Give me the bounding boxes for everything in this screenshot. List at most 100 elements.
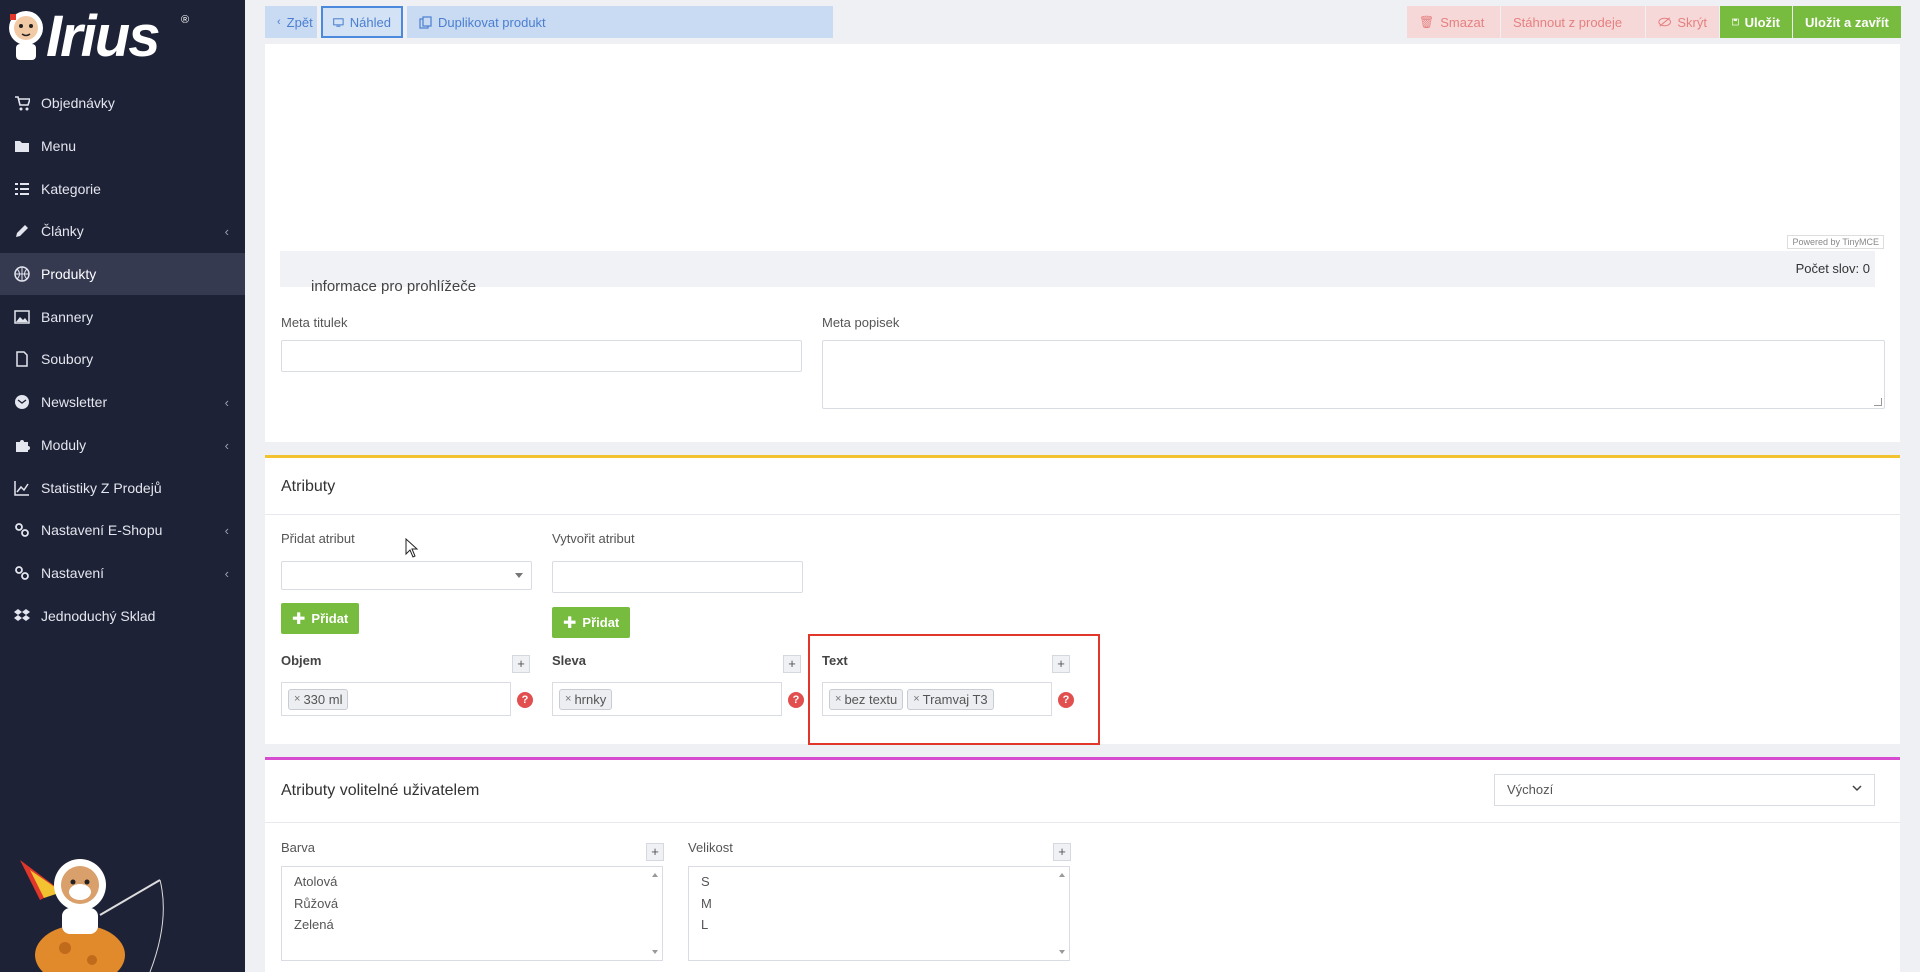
logo-registered: ® [181,14,190,26]
user-group-barva-label: Barva [281,840,315,855]
caret-down-icon [515,573,523,578]
list-option[interactable]: Růžová [282,893,662,915]
sidebar-nav: Objednávky Menu Kategorie Články ‹ Produkty Ba… [0,82,245,637]
sidebar-item-menu[interactable]: Menu [0,125,245,168]
sidebar-item-produkty[interactable]: Produkty [0,252,245,296]
highlight-box [808,634,1100,745]
attribute-group-sleva-label: Sleva [552,653,586,668]
tinymce-powered-badge[interactable]: Powered by TinyMCE [1787,235,1884,249]
list-option[interactable]: S [689,871,1069,893]
add-attribute-button[interactable]: ✚ Přidat [281,603,360,634]
create-attribute-input[interactable] [552,561,803,593]
add-attribute-select[interactable] [281,561,532,590]
resize-handle-icon[interactable] [1874,398,1882,406]
remove-tag-icon[interactable]: × [565,693,571,705]
tag-chip[interactable]: × 330 ml [288,688,349,710]
logo[interactable]: Irius ® [0,0,245,78]
user-group-barva-add-button[interactable]: + [646,843,664,861]
sidebar-item--l-nky[interactable]: Články ‹ [0,210,245,253]
back-button[interactable]: ‹ Zpět [265,6,317,38]
chevron-left-icon: ‹ [224,394,229,410]
divider [265,822,1900,823]
product-details-card: Powered by TinyMCE Počet slov: 0 informa… [265,44,1900,442]
hide-button[interactable]: Skrýt [1646,6,1719,38]
attribute-group-sleva-add-button[interactable]: + [783,655,801,673]
user-group-velikost-label: Velikost [688,840,733,855]
cogs-icon [13,521,31,539]
sidebar-item-nastaven-[interactable]: Nastavení ‹ [0,552,245,595]
remove-tag-icon[interactable]: × [294,693,300,705]
folder-icon [13,137,31,155]
rich-text-editor-area[interactable] [280,44,1875,251]
chevron-left-icon: ‹ [224,224,229,240]
editor-statusbar [280,251,1875,287]
sidebar-item-newsletter[interactable]: Newsletter ‹ [0,381,245,424]
trash-icon: 🗑 [1419,15,1435,29]
sidebar-item-nastaven-e-shopu[interactable]: Nastavení E-Shopu ‹ [0,509,245,552]
help-icon[interactable]: ? [788,692,804,708]
add-attribute-button-label: Přidat [311,611,349,626]
tag-chip[interactable]: × hrnky [559,688,613,710]
envelope-icon [13,393,31,411]
attributes-title: Atributy [281,478,336,495]
list-option[interactable]: Atolová [282,871,662,893]
meta-description-textarea[interactable] [822,340,1885,409]
copy-icon [419,15,432,29]
attribute-group-objem-tags[interactable]: × 330 ml [281,682,511,716]
user-group-velikost-listbox[interactable]: S M L [688,866,1070,961]
delete-button[interactable]: 🗑 Smazat [1407,6,1500,38]
sidebar-item-objedn-vky[interactable]: Objednávky [0,82,245,125]
sidebar-item-statistiky-z-prodej-[interactable]: Statistiky Z Prodejů [0,466,245,509]
scrollbar[interactable] [1055,867,1069,960]
preview-label: Náhled [349,14,391,30]
list-option[interactable]: M [689,893,1069,915]
meta-title-label: Meta titulek [281,315,348,330]
sidebar-item-kategorie[interactable]: Kategorie [0,167,245,210]
scroll-up-icon[interactable] [1059,873,1065,877]
save-close-button[interactable]: Uložit a zavřít [1793,6,1901,38]
sidebar-item-label: Jednoduchý Sklad [41,607,156,624]
save-button[interactable]: Uložit [1720,6,1792,38]
attribute-group-sleva-tags[interactable]: × hrnky [552,682,782,716]
tag-label: hrnky [574,691,607,707]
divider [265,514,1900,515]
user-group-barva-listbox[interactable]: Atolová Růžová Zelená [281,866,663,961]
user-attributes-select[interactable]: Výchozí [1494,774,1875,806]
scrollbar[interactable] [648,867,662,960]
save-label: Uložit [1744,14,1780,30]
withdraw-button[interactable]: Stáhnout z prodeje [1501,6,1645,38]
plus-icon: ✚ [563,614,577,632]
meta-title-input[interactable] [281,340,802,372]
sidebar-item-moduly[interactable]: Moduly ‹ [0,424,245,467]
create-attribute-button-label: Přidat [582,615,620,630]
chevron-left-icon: ‹ [277,16,281,28]
user-attributes-title: Atributy volitelné uživatelem [281,782,480,799]
astronaut-logo-icon [9,11,43,60]
seo-section-heading: informace pro prohlížeče [311,278,477,295]
sidebar-item-label: Menu [41,138,77,155]
user-group-velikost-add-button[interactable]: + [1053,843,1071,861]
sidebar-item-label: Bannery [41,308,94,325]
list-option[interactable]: L [689,914,1069,936]
cart-icon [13,94,31,112]
sidebar-item-label: Moduly [41,436,87,453]
create-attribute-button[interactable]: ✚ Přidat [552,607,631,638]
list-option[interactable]: Zelená [282,914,662,936]
sidebar-item-soubory[interactable]: Soubory [0,338,245,381]
sidebar-item-jednoduch-sklad[interactable]: Jednoduchý Sklad [0,594,245,637]
back-label: Zpět [286,14,313,30]
sidebar-item-label: Kategorie [41,180,101,197]
delete-label: Smazat [1440,14,1485,30]
attribute-group-objem-add-button[interactable]: + [512,655,530,673]
help-icon[interactable]: ? [517,692,533,708]
scroll-down-icon[interactable] [652,950,658,954]
scroll-up-icon[interactable] [652,873,658,877]
sidebar-item-bannery[interactable]: Bannery [0,295,245,338]
duplicate-product-button[interactable]: Duplikovat produkt [407,6,833,38]
pencil-icon [13,222,31,240]
sidebar-item-label: Nastavení E-Shopu [41,522,163,539]
preview-button[interactable]: Náhled [321,6,403,38]
word-count: Počet slov: 0 [1795,261,1870,276]
scroll-down-icon[interactable] [1059,950,1065,954]
toolbar: ‹ Zpět Náhled Duplikovat produkt 🗑 Smaza… [245,0,1920,44]
